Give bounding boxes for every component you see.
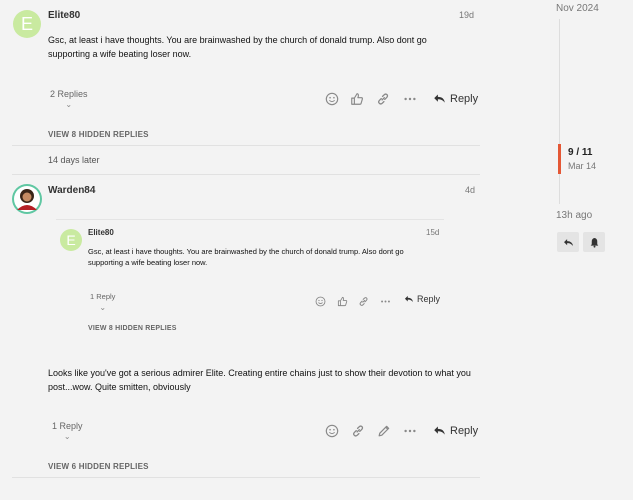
edit-pencil-icon[interactable] — [377, 424, 391, 438]
view-hidden-replies-link[interactable]: VIEW 8 HIDDEN REPLIES — [48, 130, 149, 139]
reply-button[interactable]: Reply — [433, 92, 478, 105]
post-username[interactable]: Warden84 — [48, 185, 95, 196]
timeline-track — [559, 19, 560, 204]
reply-arrow-icon — [404, 295, 414, 303]
profile-photo-icon — [14, 186, 40, 212]
timeline-position: 9 / 11 — [568, 147, 593, 158]
reply-button[interactable]: Reply — [433, 424, 478, 437]
embedded-reply-card: E Elite80 15d Gsc, at least i have thoug… — [56, 219, 444, 342]
timeline-position-date: Mar 14 — [568, 161, 597, 171]
like-icon[interactable] — [337, 294, 348, 307]
timeline-reply-button[interactable] — [557, 232, 579, 252]
replies-toggle-button[interactable]: 1 Reply ⌄ — [90, 292, 115, 313]
post-date[interactable]: 4d — [465, 185, 475, 195]
view-hidden-replies-link[interactable]: VIEW 8 HIDDEN REPLIES — [88, 325, 177, 332]
link-icon[interactable] — [358, 294, 369, 306]
emoji-reaction-icon[interactable] — [325, 424, 339, 438]
link-icon[interactable] — [376, 92, 390, 106]
avatar[interactable] — [12, 184, 42, 214]
emoji-reaction-icon[interactable] — [315, 294, 326, 307]
quote-body: Gsc, at least i have thoughts. You are b… — [88, 247, 404, 267]
reply-arrow-icon — [434, 94, 445, 103]
post-divider — [12, 174, 480, 175]
post-divider — [12, 145, 480, 146]
avatar[interactable]: E — [60, 229, 82, 251]
replies-toggle-button[interactable]: 1 Reply ⌄ — [52, 421, 83, 442]
quote-username[interactable]: Elite80 — [88, 228, 114, 237]
view-hidden-replies-link[interactable]: VIEW 6 HIDDEN REPLIES — [48, 462, 149, 471]
quote-date[interactable]: 15d — [426, 228, 439, 237]
more-options-icon[interactable] — [403, 92, 417, 106]
avatar[interactable]: E — [13, 10, 41, 38]
link-icon[interactable] — [351, 424, 365, 438]
more-options-icon[interactable] — [403, 424, 417, 438]
time-gap-label: 14 days later — [48, 155, 100, 165]
timeline-end-date[interactable]: 13h ago — [556, 210, 592, 221]
post-divider — [12, 477, 480, 478]
timeline-scroll-handle[interactable] — [558, 144, 561, 174]
post-body: Looks like you've got a serious admirer … — [48, 368, 471, 392]
more-options-icon[interactable] — [380, 294, 391, 305]
post-date[interactable]: 19d — [459, 10, 474, 20]
bell-icon — [590, 237, 598, 248]
post-body: Gsc, at least i have thoughts. You are b… — [48, 35, 427, 59]
reply-arrow-icon — [563, 238, 573, 246]
emoji-reaction-icon[interactable] — [325, 92, 339, 106]
timeline-start-date[interactable]: Nov 2024 — [556, 3, 599, 14]
replies-toggle-button[interactable]: 2 Replies ⌄ — [50, 89, 88, 110]
timeline-notifications-button[interactable] — [583, 232, 605, 252]
chevron-down-icon: ⌄ — [65, 100, 73, 109]
post-username[interactable]: Elite80 — [48, 10, 80, 21]
like-icon[interactable] — [350, 92, 364, 106]
reply-arrow-icon — [434, 426, 445, 435]
chevron-down-icon: ⌄ — [99, 303, 107, 312]
reply-button[interactable]: Reply — [404, 294, 440, 304]
chevron-down-icon: ⌄ — [63, 432, 71, 441]
